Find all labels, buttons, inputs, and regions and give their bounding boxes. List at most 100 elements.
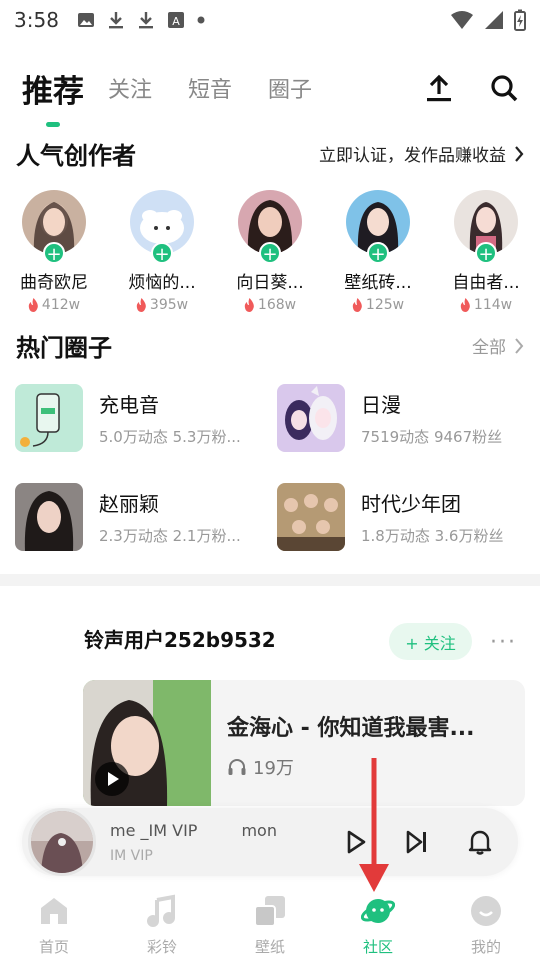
creator-hot: 395w <box>108 297 216 313</box>
flame-icon <box>244 298 254 312</box>
post-cover-image <box>83 680 211 806</box>
player-cover-disc <box>28 808 96 876</box>
circle-stats: 1.8万动态 3.6万粉丝 <box>361 527 504 545</box>
circle-stats: 5.0万动态 5.3万粉... <box>99 428 241 446</box>
nav-wallpaper-label: 壁纸 <box>254 938 285 956</box>
svg-text:A: A <box>172 15 180 28</box>
chevron-right-icon <box>515 145 524 162</box>
player-track-title: me _IM VIP mon <box>110 821 320 840</box>
creator-item[interactable]: + 壁纸砖... 125w <box>324 190 432 320</box>
home-icon <box>41 898 67 924</box>
creator-hot-value: 114w <box>473 297 513 313</box>
nav-profile[interactable]: 我的 <box>432 884 540 960</box>
tab-recommend[interactable]: 推荐 <box>22 66 84 111</box>
creator-certify-link[interactable]: 立即认证，发作品赚收益 <box>319 141 524 166</box>
nav-home[interactable]: 首页 <box>0 884 108 960</box>
nav-ringtone[interactable]: 彩铃 <box>108 884 216 960</box>
post-play-count-value: 19万 <box>253 758 294 779</box>
follow-plus-icon[interactable]: + <box>151 242 173 265</box>
circles-all-link[interactable]: 全部 <box>472 333 524 358</box>
nav-wallpaper[interactable]: 壁纸 <box>216 884 324 960</box>
creator-hot-value: 125w <box>365 297 405 313</box>
creator-hot: 168w <box>216 297 324 313</box>
creator-item[interactable]: + 向日葵... 168w <box>216 190 324 320</box>
search-icon[interactable] <box>490 74 518 102</box>
flame-icon <box>136 298 146 312</box>
status-time: 3:58 <box>14 8 59 32</box>
section-divider <box>0 574 540 586</box>
status-notification-icons: A <box>77 10 205 30</box>
flame-icon <box>28 298 38 312</box>
headphones-icon <box>228 759 246 775</box>
bell-icon[interactable] <box>468 829 492 855</box>
player-track-title-a: me _IM VIP <box>110 820 198 840</box>
play-icon[interactable] <box>346 830 366 854</box>
circle-item[interactable]: 赵丽颖 2.3万动态 2.1万粉... <box>15 483 265 551</box>
planet-icon <box>360 899 396 923</box>
flame-icon <box>352 298 362 312</box>
nav-community[interactable]: 社区 <box>324 884 432 960</box>
circles-header: 热门圈子 全部 <box>16 328 524 363</box>
circle-thumbnail <box>15 483 83 551</box>
tab-circles[interactable]: 圈子 <box>268 72 312 104</box>
dot-icon <box>197 16 205 24</box>
battery-icon <box>514 9 526 31</box>
creators-header: 人气创作者 立即认证，发作品赚收益 <box>16 136 524 171</box>
circle-name: 赵丽颖 <box>99 492 159 516</box>
circle-name: 时代少年团 <box>361 492 461 516</box>
upload-icon[interactable] <box>426 74 452 102</box>
nav-community-label: 社区 <box>362 938 393 956</box>
signal-icon <box>485 11 503 29</box>
more-options-button[interactable]: ··· <box>490 630 517 655</box>
creator-certify-label: 立即认证，发作品赚收益 <box>319 146 506 166</box>
image-icon <box>77 13 94 27</box>
wallpaper-icon <box>254 896 285 927</box>
post-song-card[interactable]: 金海心 - 你知道我最害... 19万 <box>83 680 525 806</box>
tab-short-audio[interactable]: 短音 <box>188 72 232 104</box>
flame-icon <box>460 298 470 312</box>
top-tab-bar: 推荐 关注 短音 圈子 <box>22 58 518 118</box>
creators-list: + 曲奇欧尼 412w + 烦恼的... 395w + 向日葵... 168w … <box>0 190 540 320</box>
follow-plus-icon[interactable]: + <box>43 242 65 265</box>
status-system-icons <box>450 9 526 31</box>
creator-hot-value: 168w <box>257 297 297 313</box>
circle-item[interactable]: 日漫 7519动态 9467粉丝 <box>277 384 527 452</box>
creator-hot: 125w <box>324 297 432 313</box>
creator-name: 壁纸砖... <box>344 273 412 293</box>
post-song-title: 金海心 - 你知道我最害... <box>227 716 475 741</box>
circle-item[interactable]: 充电音 5.0万动态 5.3万粉... <box>15 384 265 452</box>
chevron-right-icon <box>515 337 524 354</box>
download-icon <box>108 12 123 29</box>
circles-all-label: 全部 <box>472 338 506 358</box>
creator-name: 自由者... <box>452 273 520 293</box>
download-icon <box>138 12 153 29</box>
creator-item[interactable]: + 曲奇欧尼 412w <box>0 190 108 320</box>
skip-next-icon[interactable] <box>406 830 428 854</box>
follow-button[interactable]: + 关注 <box>389 623 472 660</box>
nav-ringtone-label: 彩铃 <box>146 938 177 956</box>
creators-title: 人气创作者 <box>16 142 136 170</box>
circle-item[interactable]: 时代少年团 1.8万动态 3.6万粉丝 <box>277 483 527 551</box>
circles-title: 热门圈子 <box>16 334 112 362</box>
post-username[interactable]: 铃声用户252b9532 <box>84 624 276 653</box>
player-track-artist: IM VIP <box>110 847 153 864</box>
follow-plus-icon[interactable]: + <box>475 242 497 265</box>
nav-profile-label: 我的 <box>470 938 501 956</box>
tab-following[interactable]: 关注 <box>108 72 152 104</box>
creator-hot-value: 412w <box>41 297 81 313</box>
circle-thumbnail <box>15 384 83 452</box>
creator-item[interactable]: + 自由者... 114w <box>432 190 540 320</box>
creator-item[interactable]: + 烦恼的... 395w <box>108 190 216 320</box>
follow-plus-icon[interactable]: + <box>367 242 389 265</box>
mini-player[interactable]: me _IM VIP mon IM VIP <box>22 808 518 876</box>
profile-icon <box>471 896 501 926</box>
creator-hot: 412w <box>0 297 108 313</box>
circle-thumbnail <box>277 483 345 551</box>
post-play-count: 19万 <box>227 754 475 780</box>
creator-name: 向日葵... <box>236 273 304 293</box>
font-icon: A <box>167 12 184 28</box>
bottom-nav: 首页 彩铃 壁纸 社区 我的 <box>0 884 540 960</box>
follow-plus-icon[interactable]: + <box>259 242 281 265</box>
play-icon[interactable] <box>95 762 129 796</box>
circle-thumbnail <box>277 384 345 452</box>
